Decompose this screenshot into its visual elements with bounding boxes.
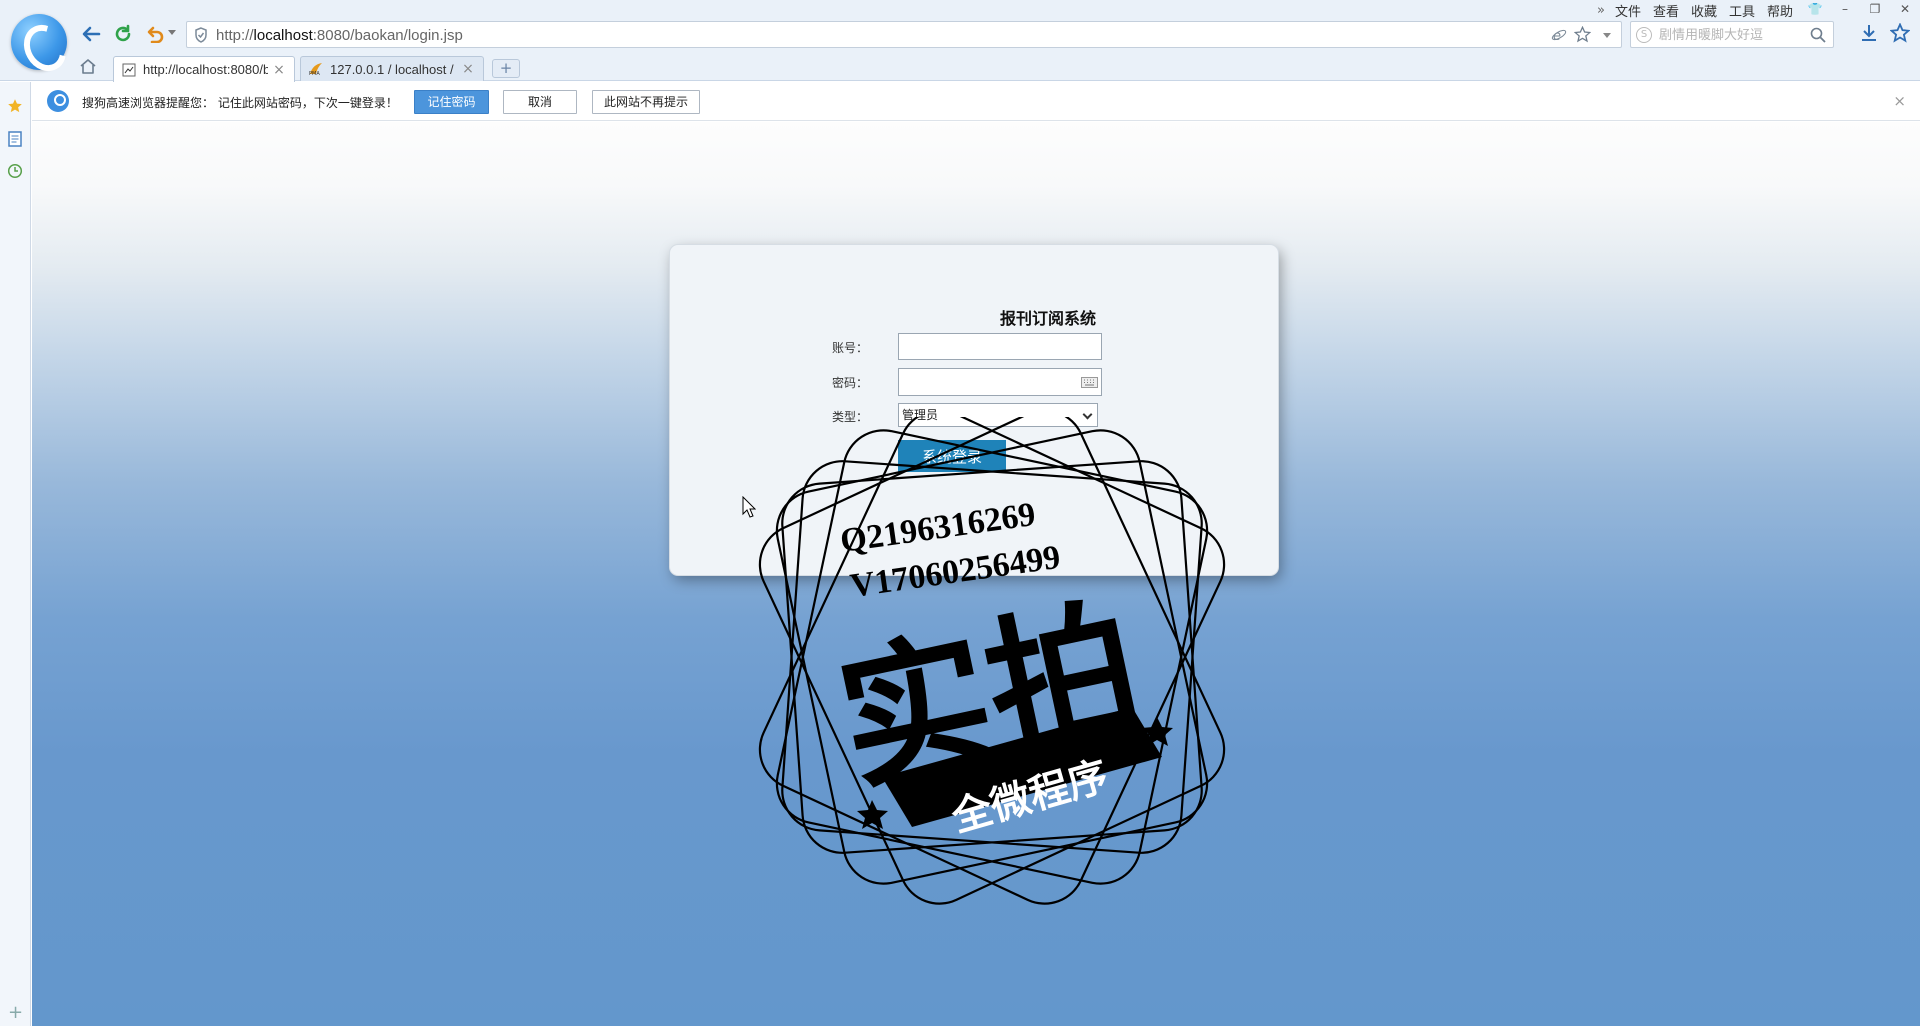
phpmyadmin-favicon-icon: PMA bbox=[309, 63, 322, 76]
page-favicon-icon bbox=[122, 63, 136, 76]
restore-icon[interactable]: ❐ bbox=[1860, 0, 1890, 18]
menu-view[interactable]: 查看 bbox=[1653, 1, 1679, 20]
user-type-select[interactable]: 管理员 bbox=[898, 403, 1098, 427]
mouse-cursor-icon bbox=[742, 496, 756, 518]
browser-toolbar: http://localhost:8080/baokan/login.jsp e… bbox=[0, 0, 1920, 82]
login-button[interactable]: 系统登录 bbox=[898, 440, 1006, 472]
address-bar[interactable]: http://localhost:8080/baokan/login.jsp e bbox=[186, 21, 1622, 48]
minimize-icon[interactable]: – bbox=[1830, 0, 1860, 18]
url-host: localhost bbox=[253, 27, 313, 44]
ie-compat-icon[interactable]: e bbox=[1551, 27, 1567, 43]
search-input[interactable] bbox=[1659, 25, 1799, 45]
undo-dropdown-icon[interactable] bbox=[168, 30, 176, 35]
undo-close-tab-button[interactable] bbox=[143, 22, 167, 46]
tab-phpmyadmin[interactable]: PMA 127.0.0.1 / localhost / × bbox=[300, 56, 484, 81]
address-url[interactable]: http://localhost:8080/baokan/login.jsp bbox=[216, 27, 463, 44]
cancel-button[interactable]: 取消 bbox=[503, 90, 577, 114]
never-for-site-button[interactable]: 此网站不再提示 bbox=[592, 90, 700, 114]
page-viewport: 报刊订阅系统 账号： 密码： 类型： 管理员 系统登录 Q2196316269 … bbox=[32, 122, 1920, 1026]
login-panel: 报刊订阅系统 账号： 密码： 类型： 管理员 系统登录 bbox=[670, 245, 1278, 575]
remember-password-button[interactable]: 记住密码 bbox=[414, 90, 489, 114]
menu-help[interactable]: 帮助 bbox=[1767, 1, 1793, 20]
tab-close-icon[interactable]: × bbox=[272, 62, 286, 78]
sogou-logo-icon[interactable] bbox=[11, 14, 67, 70]
notification-text: 搜狗高速浏览器提醒您： 记住此网站密码，下次一键登录！ bbox=[82, 96, 398, 110]
menu-file[interactable]: 文件 bbox=[1615, 1, 1641, 20]
search-icon[interactable] bbox=[1810, 27, 1826, 43]
sidebar-add-icon[interactable]: + bbox=[8, 1002, 23, 1023]
undo-icon bbox=[147, 26, 164, 43]
side-panel: + bbox=[0, 82, 31, 1026]
window-controls: 👕 – ❐ ✕ bbox=[1800, 0, 1920, 18]
star-icon bbox=[857, 800, 888, 829]
svg-text:PMA: PMA bbox=[309, 71, 320, 76]
tab-login[interactable]: http://localhost:8080/baokan/login.jsp × bbox=[113, 56, 295, 82]
skin-icon[interactable]: 👕 bbox=[1800, 0, 1830, 18]
bookmark-star-icon[interactable] bbox=[1574, 26, 1591, 43]
close-icon[interactable]: × bbox=[1893, 92, 1906, 110]
menu-overflow-icon[interactable]: » bbox=[1597, 3, 1605, 18]
tab-close-icon[interactable]: × bbox=[461, 61, 475, 77]
address-dropdown-icon[interactable] bbox=[1603, 33, 1611, 38]
back-button[interactable] bbox=[79, 22, 103, 46]
password-label: 密码： bbox=[832, 376, 869, 390]
sidebar-reader-icon[interactable] bbox=[7, 131, 23, 147]
favorites-star-icon[interactable] bbox=[1890, 23, 1910, 43]
username-field[interactable] bbox=[898, 333, 1102, 360]
refresh-button[interactable] bbox=[111, 22, 135, 46]
home-icon[interactable] bbox=[79, 58, 97, 75]
star-icon bbox=[1142, 717, 1173, 746]
page-title: 报刊订阅系统 bbox=[1000, 309, 1097, 328]
search-box[interactable]: S bbox=[1630, 21, 1834, 48]
url-path: :8080/baokan/login.jsp bbox=[312, 27, 463, 44]
menu-favorites[interactable]: 收藏 bbox=[1691, 1, 1717, 20]
keyboard-icon[interactable] bbox=[1081, 377, 1098, 388]
sidebar-favorites-icon[interactable] bbox=[7, 98, 23, 114]
menu-bar: » 文件 查看 收藏 工具 帮助 bbox=[1597, 1, 1805, 20]
username-label: 账号： bbox=[832, 341, 869, 355]
password-save-notification: 搜狗高速浏览器提醒您： 记住此网站密码，下次一键登录！ 记住密码 取消 此网站不… bbox=[32, 82, 1920, 121]
refresh-icon bbox=[115, 24, 131, 42]
new-tab-button[interactable]: + bbox=[492, 59, 520, 78]
tab-title: http://localhost:8080/baokan/login.jsp bbox=[143, 62, 268, 77]
key-icon bbox=[47, 90, 69, 112]
shield-icon bbox=[195, 27, 207, 43]
user-type-value: 管理员 bbox=[902, 408, 939, 422]
back-arrow-icon bbox=[82, 26, 101, 42]
tab-title: 127.0.0.1 / localhost / bbox=[330, 61, 454, 77]
password-field[interactable] bbox=[898, 368, 1102, 396]
download-icon[interactable] bbox=[1860, 24, 1878, 42]
watermark-big-text: 实拍 bbox=[825, 580, 1155, 813]
close-window-icon[interactable]: ✕ bbox=[1890, 0, 1920, 18]
url-scheme: http:// bbox=[216, 27, 254, 44]
menu-tools[interactable]: 工具 bbox=[1729, 1, 1755, 20]
search-engine-icon[interactable]: S bbox=[1636, 27, 1652, 43]
watermark-banner bbox=[882, 707, 1162, 827]
watermark-banner-text: 全微程序 bbox=[946, 753, 1113, 842]
sidebar-history-icon[interactable] bbox=[7, 163, 23, 179]
user-type-label: 类型： bbox=[832, 410, 869, 424]
chevron-down-icon bbox=[1082, 409, 1093, 420]
